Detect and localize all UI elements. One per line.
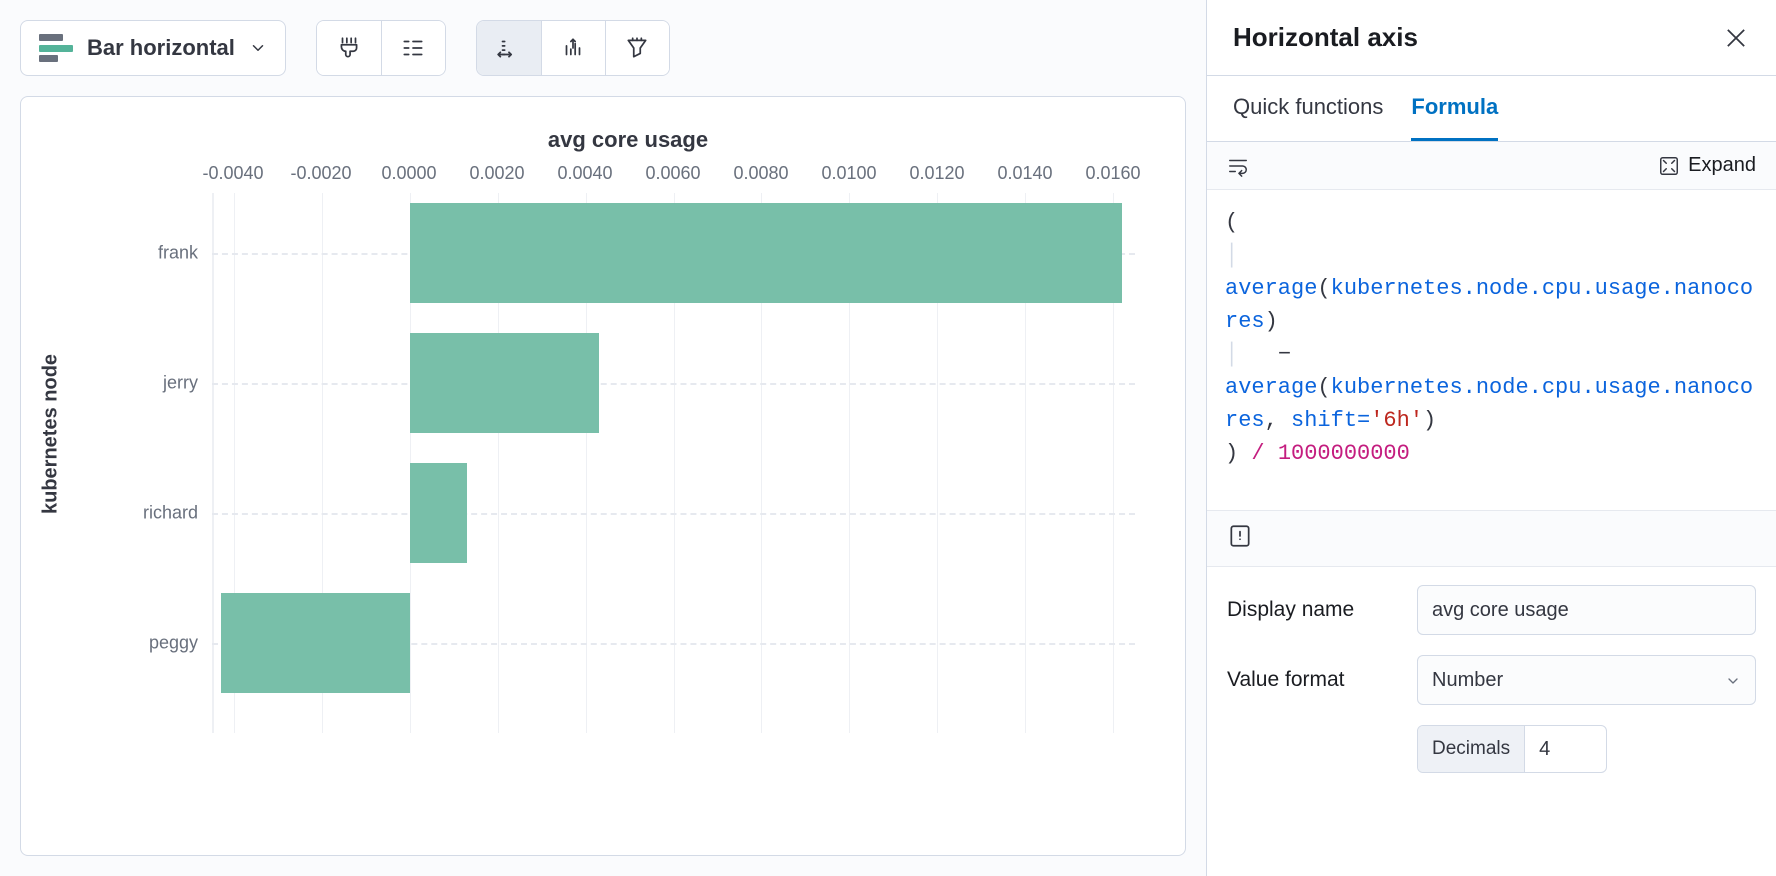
- chart-type-selector[interactable]: Bar horizontal: [20, 20, 286, 76]
- y-axis-label: kubernetes node: [40, 354, 63, 514]
- toolbar: Bar horizontal: [20, 20, 1186, 76]
- expand-button[interactable]: Expand: [1658, 154, 1756, 177]
- formula-editor[interactable]: ( │ average(kubernetes.node.cpu.usage.na…: [1207, 190, 1776, 510]
- chevron-down-icon: [1725, 672, 1741, 688]
- tab-formula[interactable]: Formula: [1411, 76, 1498, 141]
- decimals-label: Decimals: [1418, 726, 1525, 772]
- display-name-value: avg core usage: [1432, 599, 1569, 622]
- bar-guideline: [212, 513, 1135, 515]
- value-format-row: Value format Number: [1227, 655, 1756, 705]
- value-format-label: Value format: [1227, 668, 1397, 692]
- x-tick-label: 0.0060: [645, 163, 700, 184]
- chart-title: avg core usage: [111, 127, 1145, 153]
- x-axis-ticks: -0.0040-0.00200.00000.00200.00400.00600.…: [211, 163, 1135, 193]
- config-panel: Horizontal axis Quick functions Formula …: [1206, 0, 1776, 876]
- x-tick-label: -0.0040: [202, 163, 263, 184]
- legend-button[interactable]: [381, 21, 445, 75]
- tab-quick-functions[interactable]: Quick functions: [1233, 76, 1383, 141]
- code-token: average: [1225, 375, 1317, 400]
- code-token: '6h': [1370, 408, 1423, 433]
- panel-title: Horizontal axis: [1233, 22, 1418, 53]
- chart-card: kubernetes node avg core usage -0.0040 -0…: [20, 96, 1186, 856]
- x-tick-label: 0.0020: [469, 163, 524, 184]
- code-token: ): [1225, 441, 1238, 466]
- y-tick-label: jerry: [163, 373, 198, 394]
- bar-row: jerry: [212, 333, 1135, 433]
- chart-type-label: Bar horizontal: [87, 35, 235, 61]
- bar[interactable]: [410, 463, 467, 563]
- docs-button[interactable]: [1207, 510, 1776, 567]
- display-name-label: Display name: [1227, 598, 1397, 622]
- filter-axis-button[interactable]: [605, 21, 669, 75]
- code-token: ): [1423, 408, 1436, 433]
- bar-horizontal-icon: [39, 34, 73, 62]
- brush-button[interactable]: [317, 21, 381, 75]
- y-tick-label: peggy: [149, 633, 198, 654]
- x-tick-label: 0.0080: [733, 163, 788, 184]
- x-tick-label: 0.0000: [381, 163, 436, 184]
- code-token: average: [1225, 276, 1317, 301]
- close-button[interactable]: [1722, 24, 1750, 52]
- code-token: (: [1225, 210, 1238, 235]
- code-token: (: [1317, 375, 1330, 400]
- bar[interactable]: [410, 203, 1122, 303]
- bottom-axis-button[interactable]: [541, 21, 605, 75]
- y-tick-label: frank: [158, 243, 198, 264]
- code-token: shift=: [1291, 408, 1370, 433]
- left-axis-button[interactable]: [477, 21, 541, 75]
- x-tick-label: -0.0020: [290, 163, 351, 184]
- x-tick-label: 0.0120: [909, 163, 964, 184]
- decimals-field[interactable]: Decimals 4: [1417, 725, 1607, 773]
- code-token: (: [1317, 276, 1330, 301]
- x-tick-label: 0.0160: [1085, 163, 1140, 184]
- bar-row: peggy: [212, 593, 1135, 693]
- plot-area: frank jerry richard peggy: [211, 193, 1135, 733]
- bar[interactable]: [221, 593, 410, 693]
- x-tick-label: 0.0040: [557, 163, 612, 184]
- code-token: 1000000000: [1278, 441, 1410, 466]
- formula-toolbar: Expand: [1207, 142, 1776, 190]
- bar[interactable]: [410, 333, 599, 433]
- chevron-down-icon: [249, 39, 267, 57]
- panel-tabs: Quick functions Formula: [1207, 76, 1776, 142]
- style-button-group: [316, 20, 446, 76]
- x-tick-label: 0.0100: [821, 163, 876, 184]
- word-wrap-button[interactable]: [1227, 155, 1249, 177]
- code-token: ): [1265, 309, 1278, 334]
- bar-guideline: [212, 383, 1135, 385]
- bar-row: frank: [212, 203, 1135, 303]
- bar-row: richard: [212, 463, 1135, 563]
- axis-button-group: [476, 20, 670, 76]
- display-name-input[interactable]: avg core usage: [1417, 585, 1756, 635]
- x-tick-label: 0.0140: [997, 163, 1052, 184]
- y-tick-label: richard: [143, 503, 198, 524]
- code-token: /: [1251, 441, 1264, 466]
- expand-label: Expand: [1688, 154, 1756, 177]
- code-token: −: [1278, 342, 1291, 367]
- form-rows: Display name avg core usage Value format…: [1207, 567, 1776, 791]
- value-format-select[interactable]: Number: [1417, 655, 1756, 705]
- panel-header: Horizontal axis: [1207, 0, 1776, 76]
- decimals-value: 4: [1525, 738, 1564, 761]
- display-name-row: Display name avg core usage: [1227, 585, 1756, 635]
- value-format-value: Number: [1432, 669, 1503, 692]
- code-token: ,: [1265, 408, 1291, 433]
- main-area: Bar horizontal kubernet: [0, 0, 1206, 876]
